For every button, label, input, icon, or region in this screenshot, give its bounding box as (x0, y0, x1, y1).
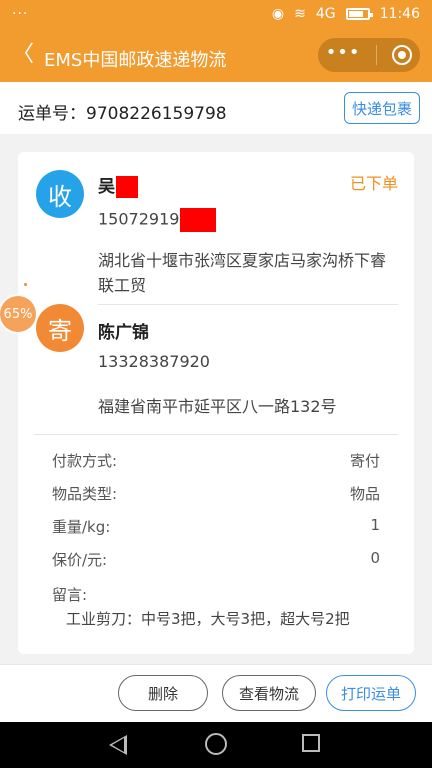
payment-label: 付款方式: (52, 452, 118, 470)
item-type-label: 物品类型: (52, 485, 118, 503)
insured-label: 保价/元: (52, 551, 108, 569)
title-bar: 〈 EMS中国邮政速递物流 ••• (0, 30, 432, 82)
receiver-phone: 15072919 (98, 209, 180, 229)
signal-icon: 4G (315, 6, 336, 22)
view-logistics-button[interactable]: 查看物流 (222, 675, 316, 711)
sender-address: 福建省南平市延平区八一路132号 (98, 397, 337, 416)
system-home-icon[interactable] (205, 733, 227, 755)
more-icon[interactable]: ••• (326, 42, 361, 63)
delete-button[interactable]: 删除 (118, 675, 208, 711)
print-waybill-button[interactable]: 打印运单 (326, 675, 416, 711)
battery-icon (345, 8, 373, 20)
mini-program-capsule: ••• (318, 38, 420, 72)
decor-dot (24, 283, 27, 286)
notification-dots: ··· (12, 6, 29, 22)
weight-value: 1 (370, 516, 380, 534)
divider (98, 304, 398, 305)
payment-row: 付款方式: 寄付 (52, 450, 380, 474)
system-recent-icon[interactable] (302, 734, 320, 752)
receiver-address: 湖北省十堰市张湾区夏家店马家沟桥下睿联工贸 (98, 251, 387, 295)
receiver-badge: 收 (36, 170, 84, 218)
action-bar: 删除 查看物流 打印运单 (0, 664, 432, 722)
system-nav-bar (0, 722, 432, 768)
page-title: EMS中国邮政速递物流 (44, 50, 227, 71)
sender-badge: 寄 (36, 304, 84, 352)
payment-value: 寄付 (349, 452, 380, 470)
status-bar: ··· ◉ ≋ 4G 11:46 (0, 0, 432, 30)
wifi-icon: ≋ (294, 6, 306, 22)
weight-row: 重量/kg: 1 (52, 516, 380, 540)
note-label: 留言: (52, 586, 88, 604)
waybill-card: 收 吴 已下单 15072919 湖北省十堰市张湾区夏家店马家沟桥下睿联工贸 寄… (18, 152, 414, 654)
floating-percent-badge[interactable]: 65% (0, 296, 36, 332)
receiver-phone-row: 15072919 (98, 208, 217, 232)
sender-name: 陈广锦 (98, 323, 149, 343)
weight-label: 重量/kg: (52, 518, 111, 536)
tracking-row: 运单号：9708226159798 (18, 99, 227, 124)
tracking-label: 运单号： (18, 104, 86, 124)
order-status: 已下单 (349, 174, 398, 193)
status-time: 11:46 (379, 6, 420, 22)
system-back-icon[interactable] (109, 735, 127, 755)
eye-icon: ◉ (271, 6, 285, 22)
express-package-button[interactable]: 快递包裹 (344, 92, 420, 124)
item-type-value: 物品 (349, 485, 380, 503)
sender-phone: 13328387920 (98, 352, 210, 371)
tracking-number: 9708226159798 (86, 104, 227, 124)
receiver-name: 吴 (98, 177, 115, 197)
receiver-name-row: 吴 (98, 172, 138, 198)
insured-value: 0 (370, 549, 380, 567)
tracking-bar: 运单号：9708226159798 快递包裹 (0, 82, 432, 134)
close-target-icon[interactable] (392, 45, 413, 65)
item-type-row: 物品类型: 物品 (52, 483, 380, 507)
capsule-divider (375, 45, 377, 65)
note-text: 工业剪刀：中号3把，大号3把，超大号2把 (66, 610, 350, 628)
redaction-mark (116, 176, 138, 198)
redaction-mark (180, 208, 217, 232)
insured-row: 保价/元: 0 (52, 549, 380, 573)
divider (34, 434, 398, 435)
status-icons: ◉ ≋ 4G 11:46 (272, 6, 420, 22)
back-icon[interactable]: 〈 (12, 43, 34, 67)
